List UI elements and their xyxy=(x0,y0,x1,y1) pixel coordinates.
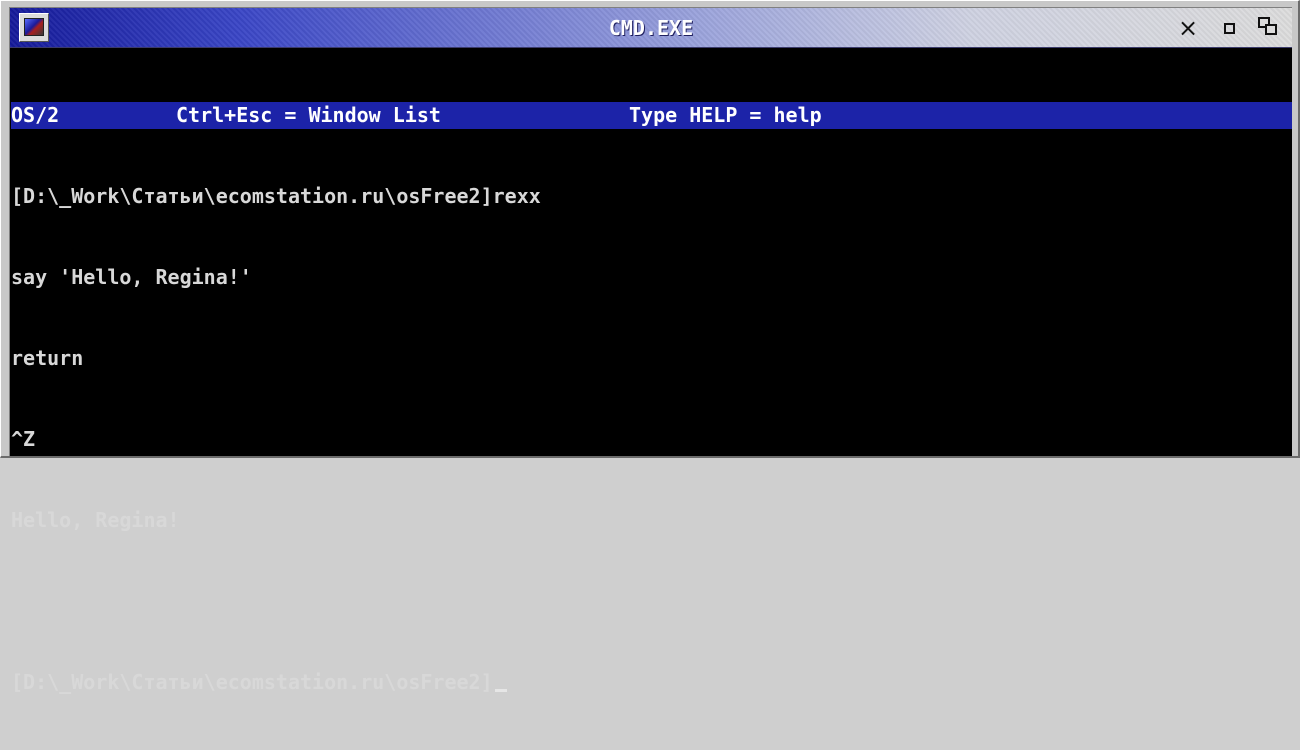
close-button[interactable]: × xyxy=(1174,14,1202,42)
window-frame: CMD.EXE × OS/2 Ctrl+Esc = Window List Type… xyxy=(9,7,1292,694)
prompt-line[interactable]: [D:\_Work\Статьи\ecomstation.ru\osFree2] xyxy=(11,669,1292,696)
title-bar[interactable]: CMD.EXE × xyxy=(10,8,1292,48)
console-line: Hello, Regina! xyxy=(11,508,180,532)
cmd-window: CMD.EXE × OS/2 Ctrl+Esc = Window List Type… xyxy=(0,0,1300,694)
close-icon: × xyxy=(1177,14,1199,42)
restore-button[interactable] xyxy=(1255,14,1283,42)
text-cursor xyxy=(494,689,507,692)
status-window-list: Ctrl+Esc = Window List xyxy=(176,103,441,127)
console-area[interactable]: OS/2 Ctrl+Esc = Window List Type HELP = he… xyxy=(10,48,1292,694)
prompt-text: [D:\_Work\Статьи\ecomstation.ru\osFree2] xyxy=(11,670,493,694)
console-line: say 'Hello, Regina!' xyxy=(11,265,252,289)
minimize-button[interactable] xyxy=(1215,14,1243,42)
console-line: return xyxy=(11,346,84,370)
console-line: ^Z xyxy=(11,427,36,451)
minimize-icon xyxy=(1223,22,1235,34)
status-line: OS/2 Ctrl+Esc = Window List Type HELP = he… xyxy=(11,102,1292,129)
console-line: [D:\_Work\Статьи\ecomstation.ru\osFree2]… xyxy=(11,184,541,208)
window-title: CMD.EXE xyxy=(608,16,694,40)
status-help: Type HELP = help xyxy=(629,103,822,127)
status-os: OS/2 xyxy=(11,103,60,127)
